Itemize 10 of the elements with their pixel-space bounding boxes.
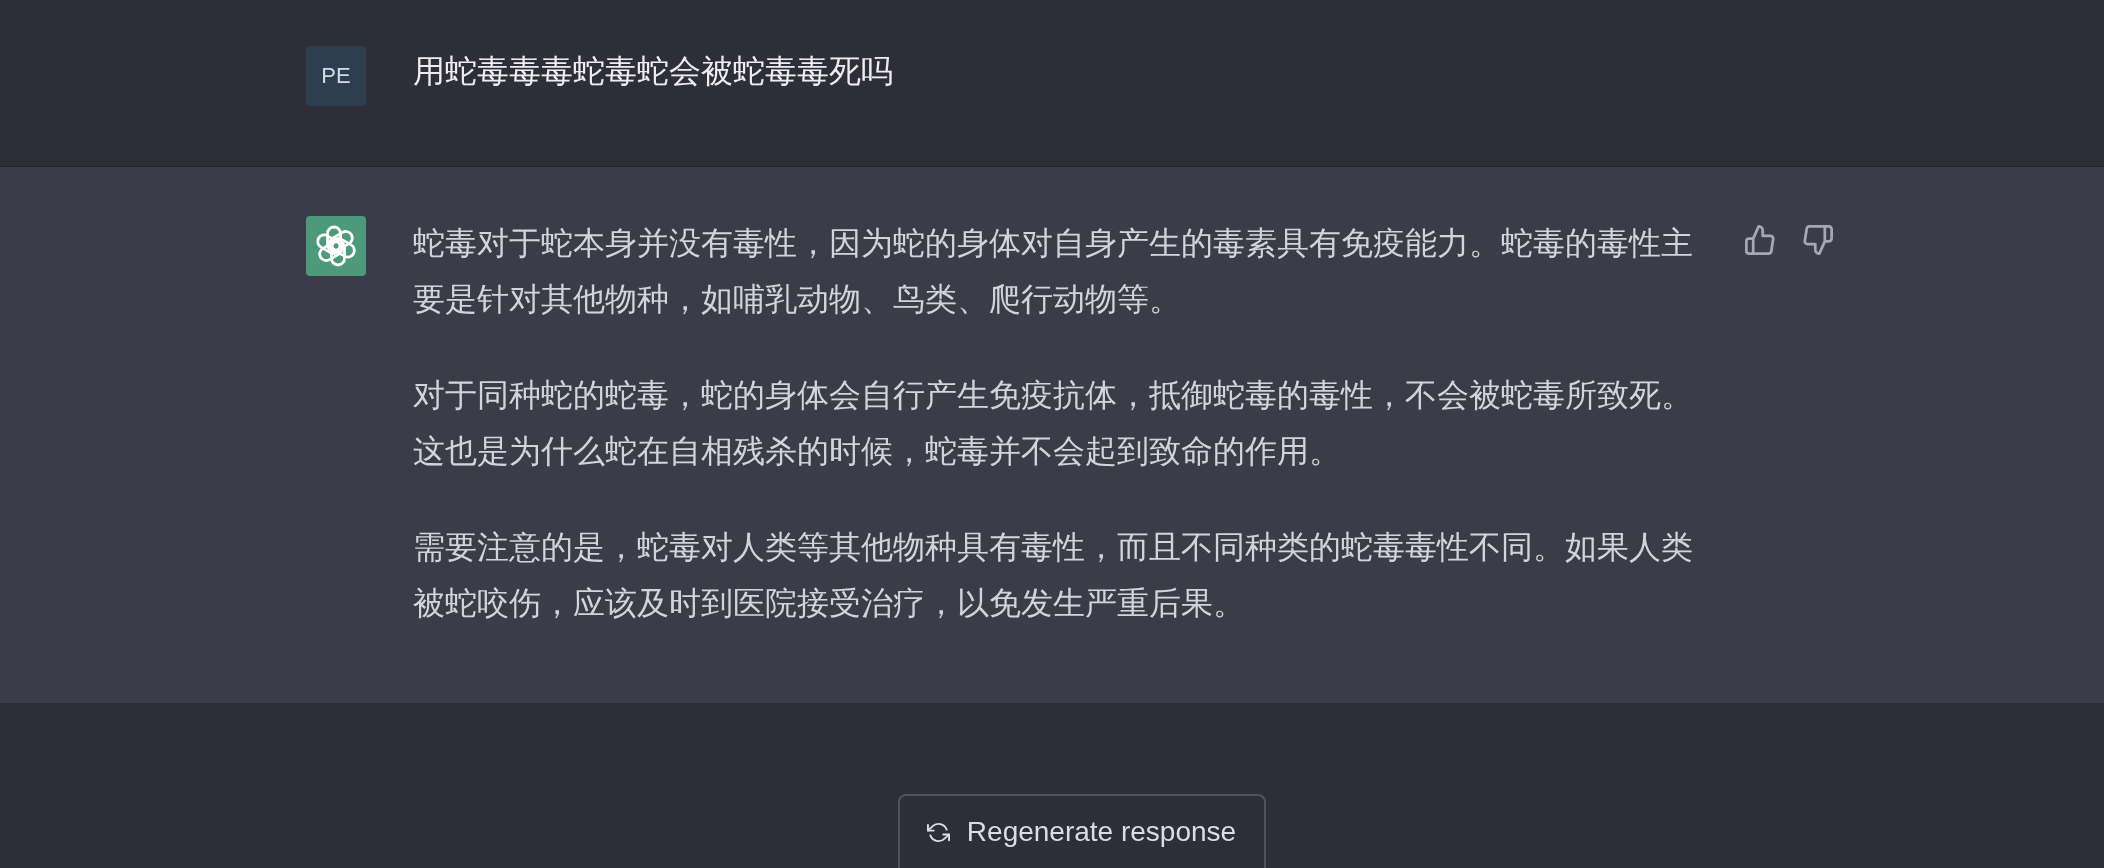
response-paragraph: 需要注意的是，蛇毒对人类等其他物种具有毒性，而且不同种类的蛇毒毒性不同。如果人类被蛇咬伤，应该及时到医院接受治疗，以免发生严重后果。 [413,528,1694,623]
thumbs-up-icon[interactable] [1745,225,1775,255]
user-message-text: 用蛇毒毒毒蛇毒蛇会被蛇毒毒死吗 [413,52,893,91]
response-paragraph: 蛇毒对于蛇本身并没有毒性，因为蛇的身体对自身产生的毒素具有免疫能力。蛇毒的毒性主要是针对其他物种，如哺乳动物、鸟类、爬行动物等。 [413,224,1694,319]
user-avatar: PE [306,46,366,106]
regenerate-button[interactable]: Regenerate response [897,794,1267,868]
response-paragraph: 对于同种蛇的蛇毒，蛇的身体会自行产生免疫抗体，抵御蛇毒的毒性，不会被蛇毒所致死。这也是为什么蛇在自相残杀的时候，蛇毒并不会起到致命的作用。 [413,376,1694,471]
refresh-icon [926,820,950,844]
thumbs-down-icon[interactable] [1803,225,1833,255]
knot-logo-icon [306,216,366,276]
